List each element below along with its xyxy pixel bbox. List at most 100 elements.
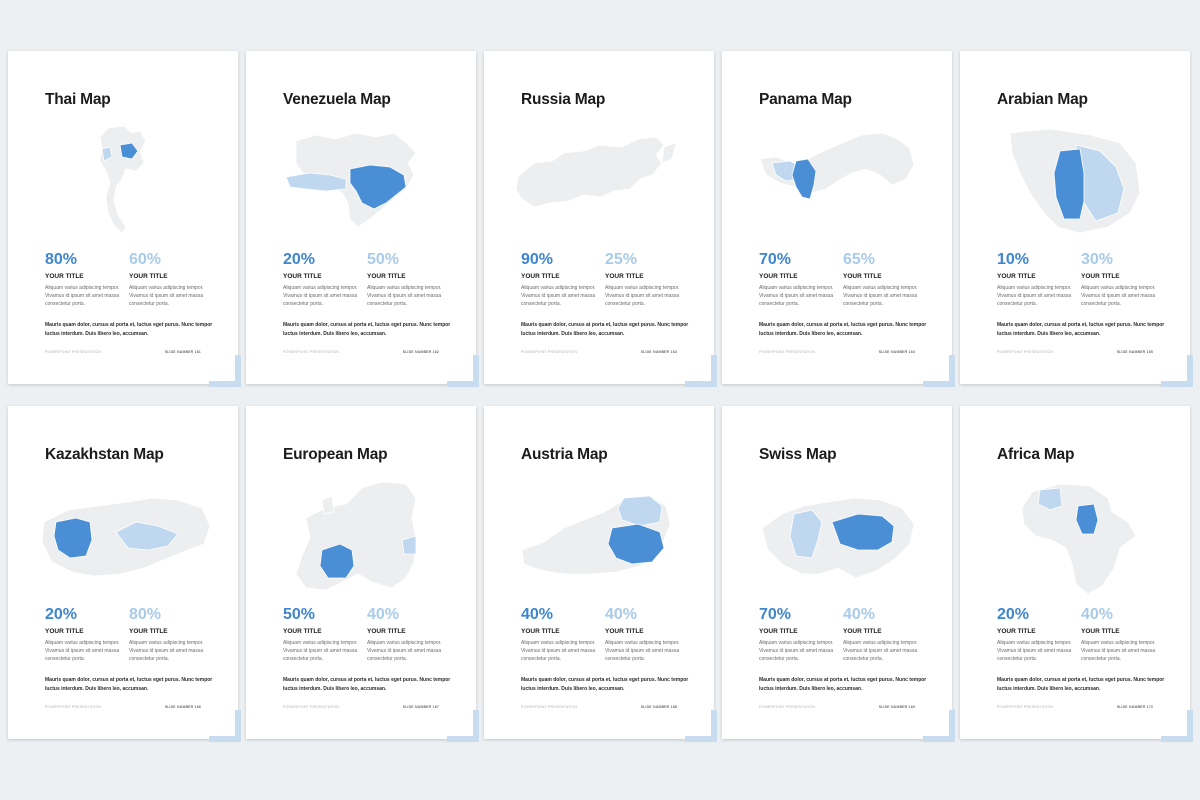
footer-label: POWERPOINT PRESENTATION xyxy=(997,705,1054,709)
body-text: Mauris quam dolor, cursus at porta et, l… xyxy=(521,322,689,337)
stat-secondary-title: YOUR TITLE xyxy=(367,273,406,280)
stat-secondary-value: 40% xyxy=(605,606,638,623)
footer-label: POWERPOINT PRESENTATION xyxy=(45,350,102,354)
footer-label: POWERPOINT PRESENTATION xyxy=(521,350,578,354)
slide-number: SLIDE NUMBER 167 xyxy=(402,705,439,709)
slide-number: SLIDE NUMBER 161 xyxy=(164,350,201,354)
stat-secondary-title: YOUR TITLE xyxy=(605,628,644,635)
stat-primary-desc: Aliquam varius adipiscing tempor. Vivamu… xyxy=(759,640,834,662)
body-text: Mauris quam dolor, cursus at porta et, l… xyxy=(283,677,451,692)
slide-card[interactable]: Swiss Map 70% 40% YOUR TITLE YOUR TITLE … xyxy=(722,406,955,742)
corner-accent xyxy=(711,355,717,387)
body-text: Mauris quam dolor, cursus at porta et, l… xyxy=(997,322,1165,337)
stat-secondary-desc: Aliquam varius adipiscing tempor. Vivamu… xyxy=(1081,640,1156,662)
slide-title: Venezuela Map xyxy=(283,91,391,108)
footer-label: POWERPOINT PRESENTATION xyxy=(283,705,340,709)
slide-card[interactable]: Africa Map 20% 40% YOUR TITLE YOUR TITLE… xyxy=(960,406,1193,742)
body-text: Mauris quam dolor, cursus at porta et, l… xyxy=(521,677,689,692)
slide-card[interactable]: European Map 50% 40% YOUR TITLE YOUR TIT… xyxy=(246,406,479,742)
stat-secondary-desc: Aliquam varius adipiscing tempor. Vivamu… xyxy=(367,640,442,662)
footer-label: POWERPOINT PRESENTATION xyxy=(521,705,578,709)
stat-secondary-desc: Aliquam varius adipiscing tempor. Vivamu… xyxy=(129,640,204,662)
corner-accent xyxy=(1187,710,1193,742)
stat-secondary-desc: Aliquam varius adipiscing tempor. Vivamu… xyxy=(843,285,918,307)
slide-card[interactable]: Kazakhstan Map 20% 80% YOUR TITLE YOUR T… xyxy=(8,406,241,742)
stat-primary-desc: Aliquam varius adipiscing tempor. Vivamu… xyxy=(759,285,834,307)
footer-label: POWERPOINT PRESENTATION xyxy=(283,350,340,354)
stat-primary-value: 20% xyxy=(997,606,1030,623)
stat-secondary-value: 40% xyxy=(1081,606,1114,623)
slide-title: Arabian Map xyxy=(997,91,1088,108)
stat-primary-value: 20% xyxy=(45,606,78,623)
slide-card[interactable]: Thai Map 80% 60% YOUR TITLE YOUR TITLE A… xyxy=(8,51,241,387)
slide-grid: Thai Map 80% 60% YOUR TITLE YOUR TITLE A… xyxy=(0,0,1200,800)
stat-primary-value: 10% xyxy=(997,251,1030,268)
slide-title: Thai Map xyxy=(45,91,111,108)
stat-primary-value: 40% xyxy=(521,606,554,623)
switzerland-map xyxy=(761,497,915,579)
stat-secondary-desc: Aliquam varius adipiscing tempor. Vivamu… xyxy=(367,285,442,307)
slide-title: Panama Map xyxy=(759,91,852,108)
stat-primary-title: YOUR TITLE xyxy=(759,273,798,280)
slide-number: SLIDE NUMBER 169 xyxy=(878,705,915,709)
footer-label: POWERPOINT PRESENTATION xyxy=(45,705,102,709)
stat-secondary-desc: Aliquam varius adipiscing tempor. Vivamu… xyxy=(1081,285,1156,307)
slide-card[interactable]: Austria Map 40% 40% YOUR TITLE YOUR TITL… xyxy=(484,406,717,742)
stat-secondary-desc: Aliquam varius adipiscing tempor. Vivamu… xyxy=(605,640,680,662)
venezuela-map xyxy=(285,132,417,228)
stat-secondary-title: YOUR TITLE xyxy=(1081,628,1120,635)
slide-number: SLIDE NUMBER 164 xyxy=(878,350,915,354)
body-text: Mauris quam dolor, cursus at porta et, l… xyxy=(759,677,927,692)
slide-card[interactable]: Venezuela Map 20% 50% YOUR TITLE YOUR TI… xyxy=(246,51,479,387)
stat-secondary-title: YOUR TITLE xyxy=(843,273,882,280)
slide-card[interactable]: Arabian Map 10% 30% YOUR TITLE YOUR TITL… xyxy=(960,51,1193,387)
slide-number: SLIDE NUMBER 165 xyxy=(1116,350,1153,354)
stat-secondary-desc: Aliquam varius adipiscing tempor. Vivamu… xyxy=(605,285,680,307)
stat-secondary-value: 25% xyxy=(605,251,638,268)
stat-primary-desc: Aliquam varius adipiscing tempor. Vivamu… xyxy=(45,640,120,662)
europe-map xyxy=(295,481,417,591)
stat-primary-title: YOUR TITLE xyxy=(283,628,322,635)
arabia-map xyxy=(1009,128,1141,234)
stat-primary-title: YOUR TITLE xyxy=(997,273,1036,280)
stat-primary-desc: Aliquam varius adipiscing tempor. Vivamu… xyxy=(521,640,596,662)
corner-accent xyxy=(235,355,241,387)
stat-primary-title: YOUR TITLE xyxy=(283,273,322,280)
slide-title: European Map xyxy=(283,446,388,463)
body-text: Mauris quam dolor, cursus at porta et, l… xyxy=(283,322,451,337)
stat-secondary-value: 80% xyxy=(129,606,162,623)
slide-card[interactable]: Panama Map 70% 65% YOUR TITLE YOUR TITLE… xyxy=(722,51,955,387)
russia-map xyxy=(515,136,677,208)
thailand-map xyxy=(99,125,147,234)
stat-primary-desc: Aliquam varius adipiscing tempor. Vivamu… xyxy=(997,640,1072,662)
stat-secondary-title: YOUR TITLE xyxy=(367,628,406,635)
slide-title: Austria Map xyxy=(521,446,608,463)
stat-secondary-title: YOUR TITLE xyxy=(605,273,644,280)
stat-primary-desc: Aliquam varius adipiscing tempor. Vivamu… xyxy=(997,285,1072,307)
slide-number: SLIDE NUMBER 170 xyxy=(1116,705,1153,709)
corner-accent xyxy=(473,710,479,742)
stat-secondary-value: 65% xyxy=(843,251,876,268)
corner-accent xyxy=(1187,355,1193,387)
stat-secondary-value: 50% xyxy=(367,251,400,268)
stat-secondary-value: 40% xyxy=(843,606,876,623)
slide-card[interactable]: Russia Map 90% 25% YOUR TITLE YOUR TITLE… xyxy=(484,51,717,387)
stat-secondary-desc: Aliquam varius adipiscing tempor. Vivamu… xyxy=(843,640,918,662)
slide-number: SLIDE NUMBER 162 xyxy=(402,350,439,354)
slide-title: Russia Map xyxy=(521,91,606,108)
stat-primary-title: YOUR TITLE xyxy=(759,628,798,635)
stat-primary-value: 70% xyxy=(759,606,792,623)
kazakhstan-map xyxy=(41,497,211,577)
stat-secondary-title: YOUR TITLE xyxy=(129,628,168,635)
stat-secondary-title: YOUR TITLE xyxy=(1081,273,1120,280)
stat-primary-value: 20% xyxy=(283,251,316,268)
stat-primary-desc: Aliquam varius adipiscing tempor. Vivamu… xyxy=(45,285,120,307)
stat-primary-title: YOUR TITLE xyxy=(45,273,84,280)
slide-title: Africa Map xyxy=(997,446,1075,463)
panama-map xyxy=(759,132,915,200)
stat-primary-title: YOUR TITLE xyxy=(521,628,560,635)
slide-number: SLIDE NUMBER 163 xyxy=(640,350,677,354)
stat-secondary-title: YOUR TITLE xyxy=(129,273,168,280)
stat-primary-title: YOUR TITLE xyxy=(521,273,560,280)
stat-primary-desc: Aliquam varius adipiscing tempor. Vivamu… xyxy=(521,285,596,307)
